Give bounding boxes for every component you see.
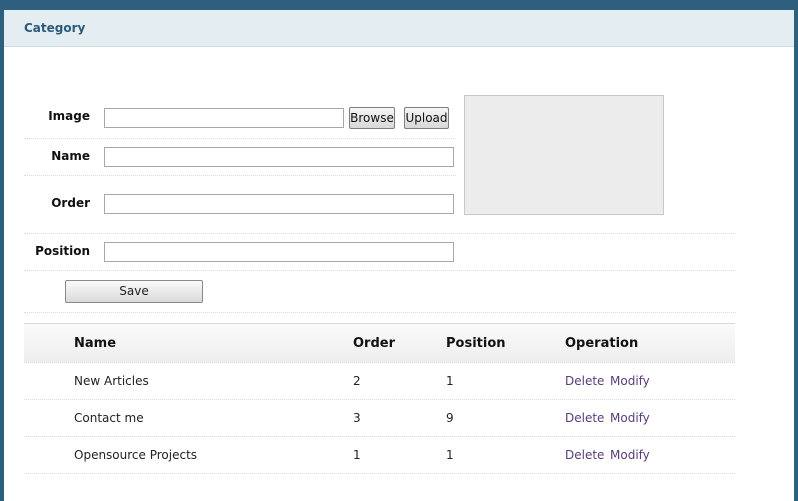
image-label: Image <box>48 109 90 123</box>
cell-order: 1 <box>353 448 361 462</box>
cell-order: 3 <box>353 411 361 425</box>
order-label: Order <box>51 196 90 210</box>
table-header: Name Order Position Operation <box>24 323 735 363</box>
delete-link[interactable]: Delete <box>565 411 604 425</box>
image-preview <box>464 95 664 215</box>
table-row: New Articles 2 1 Delete Modify <box>24 363 735 400</box>
order-input[interactable] <box>104 194 454 214</box>
row-divider <box>24 138 456 139</box>
save-button[interactable]: Save <box>65 280 203 303</box>
row-divider <box>24 233 736 234</box>
position-input[interactable] <box>104 242 454 262</box>
position-label: Position <box>35 244 90 258</box>
category-panel: Category Image Browse Upload Name Order … <box>4 10 794 501</box>
table-row: Opensource Projects 1 1 Delete Modify <box>24 437 735 474</box>
modify-link[interactable]: Modify <box>610 374 650 388</box>
name-input[interactable] <box>104 147 454 167</box>
image-path-input[interactable] <box>104 108 344 128</box>
row-divider <box>24 312 736 313</box>
cell-position: 1 <box>446 448 454 462</box>
row-divider <box>24 270 736 271</box>
browse-button[interactable]: Browse <box>349 107 395 129</box>
row-divider <box>24 175 456 176</box>
delete-link[interactable]: Delete <box>565 374 604 388</box>
cell-order: 2 <box>353 374 361 388</box>
panel-title: Category <box>4 10 794 47</box>
upload-button[interactable]: Upload <box>404 107 449 129</box>
modify-link[interactable]: Modify <box>610 448 650 462</box>
cell-name: Opensource Projects <box>74 448 198 462</box>
column-header-name: Name <box>74 336 117 351</box>
cell-position: 1 <box>446 374 454 388</box>
table-row: Contact me 3 9 Delete Modify <box>24 400 735 437</box>
cell-name: New Articles <box>74 374 149 388</box>
cell-position: 9 <box>446 411 454 425</box>
column-header-position: Position <box>446 336 506 351</box>
modify-link[interactable]: Modify <box>610 411 650 425</box>
column-header-operation: Operation <box>565 336 639 351</box>
cell-name: Contact me <box>74 411 144 425</box>
delete-link[interactable]: Delete <box>565 448 604 462</box>
name-label: Name <box>51 149 90 163</box>
column-header-order: Order <box>353 336 395 351</box>
category-table: Name Order Position Operation New Articl… <box>24 323 735 474</box>
